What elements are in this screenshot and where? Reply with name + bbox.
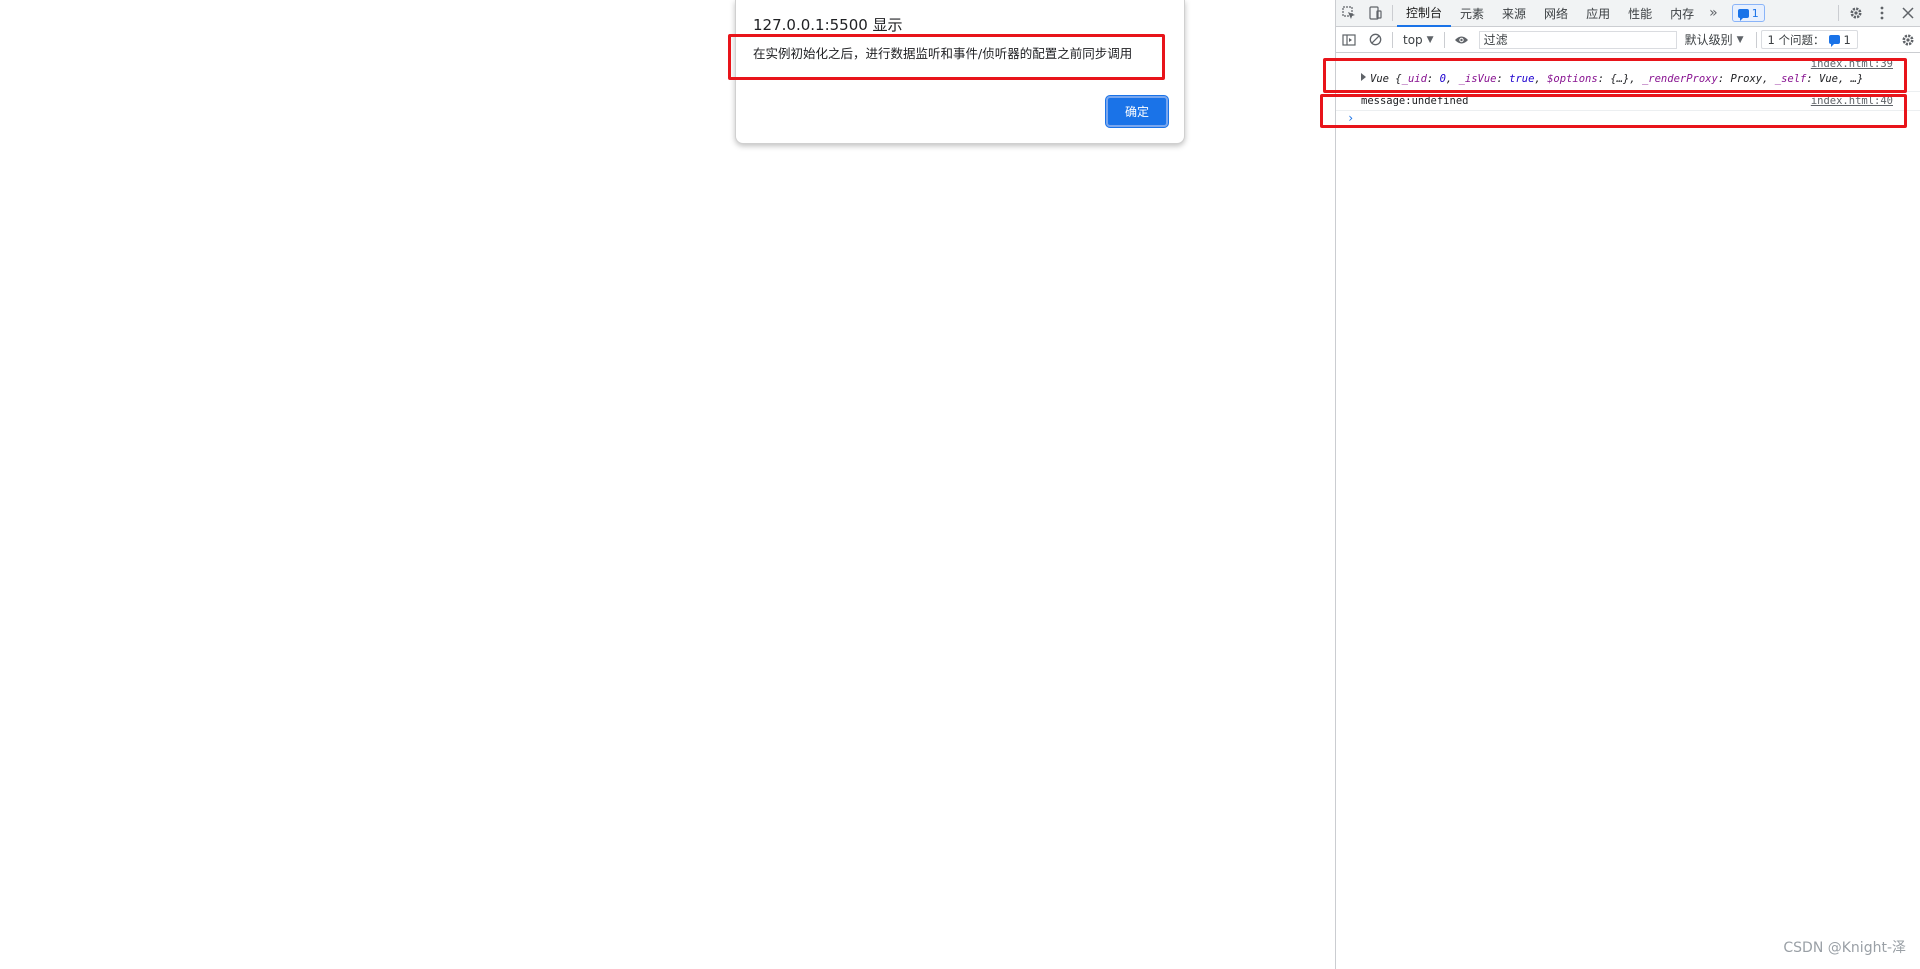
devtools-panel: 控制台 元素 来源 网络 应用 性能 内存 » 1 top ▼ 过滤 默认级别 … [1335, 0, 1920, 969]
messages-badge[interactable]: 1 [1731, 4, 1765, 22]
alert-origin: 127.0.0.1:5500 显示 [753, 16, 903, 34]
more-tabs-icon[interactable]: » [1703, 5, 1724, 21]
live-expression-eye-icon[interactable] [1449, 27, 1475, 53]
issue-message-icon [1828, 35, 1840, 47]
tab-application[interactable]: 应用 [1577, 0, 1619, 27]
kebab-menu-icon[interactable] [1869, 0, 1895, 26]
close-icon[interactable] [1895, 0, 1920, 26]
tab-performance[interactable]: 性能 [1619, 0, 1661, 27]
devtools-tabbar: 控制台 元素 来源 网络 应用 性能 内存 » 1 [1336, 0, 1920, 27]
console-filter-input[interactable] [1478, 30, 1677, 49]
console-output: index.html:39 Vue {_uid: 0, _isVue: true… [1336, 54, 1920, 969]
annotation-box-message-log [1320, 94, 1907, 128]
tab-network[interactable]: 网络 [1535, 0, 1577, 27]
context-selector[interactable]: top ▼ [1397, 33, 1440, 47]
settings-gear-icon[interactable] [1843, 0, 1869, 26]
issues-count: 1 [1843, 32, 1851, 47]
dropdown-caret-icon: ▼ [1736, 34, 1744, 45]
issues-label: 1 个问题： [1767, 32, 1825, 47]
clear-console-icon[interactable] [1362, 27, 1388, 53]
sidebar-toggle-icon[interactable] [1336, 27, 1362, 53]
message-icon [1737, 8, 1749, 21]
tabbar-separator-right [1838, 5, 1839, 21]
inspect-element-icon[interactable] [1336, 0, 1362, 26]
annotation-box-vue-log [1323, 58, 1907, 93]
context-value: top [1403, 32, 1423, 47]
watermark: CSDN @Knight-泽 [1783, 940, 1906, 956]
log-level-selector[interactable]: 默认级别 ▼ [1677, 31, 1752, 48]
tabbar-separator [1392, 5, 1393, 21]
toolbar-separator-2 [1443, 31, 1445, 48]
tab-console[interactable]: 控制台 [1397, 0, 1452, 27]
console-toolbar: top ▼ 默认级别 ▼ 1 个问题： 1 [1336, 27, 1920, 53]
tab-memory[interactable]: 内存 [1661, 0, 1703, 27]
tab-sources[interactable]: 来源 [1493, 0, 1535, 27]
dropdown-caret-icon: ▼ [1426, 34, 1434, 45]
alert-ok-button[interactable]: 确定 [1106, 96, 1168, 127]
issues-button[interactable]: 1 个问题： 1 [1760, 30, 1858, 49]
device-toolbar-icon[interactable] [1362, 0, 1388, 26]
console-settings-gear-icon[interactable] [1895, 27, 1920, 53]
page-viewport: 127.0.0.1:5500 显示 在实例初始化之后，进行数据监听和事件/侦听器… [0, 0, 1335, 969]
screen: 127.0.0.1:5500 显示 在实例初始化之后，进行数据监听和事件/侦听器… [0, 0, 1920, 969]
toolbar-separator [1392, 31, 1393, 48]
messages-count: 1 [1751, 6, 1759, 20]
annotation-box-alert-message [728, 34, 1165, 80]
toolbar-separator-3 [1755, 31, 1757, 48]
log-level-value: 默认级别 [1684, 33, 1733, 47]
tab-elements[interactable]: 元素 [1451, 0, 1493, 27]
